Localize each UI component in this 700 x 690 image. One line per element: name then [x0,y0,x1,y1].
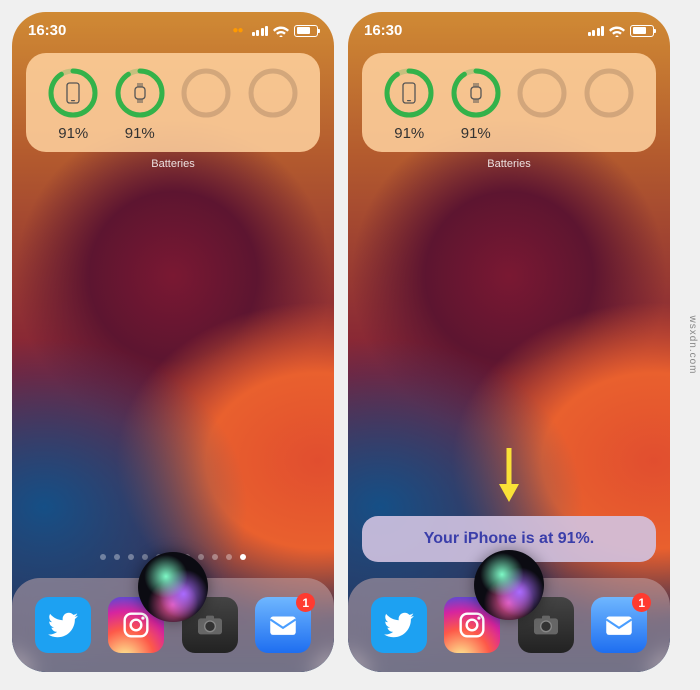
battery-cell-empty-1 [175,67,238,142]
siri-orb[interactable] [474,550,544,620]
mail-badge: 1 [296,593,315,612]
mail-badge: 1 [632,593,651,612]
battery-ring-iphone [383,67,435,119]
siri-response-text: Your iPhone is at 91%. [424,530,594,547]
battery-ring-watch [114,67,166,119]
battery-ring-watch [450,67,502,119]
annotation-arrow-icon [495,444,523,504]
battery-cell-empty-2 [578,67,641,142]
widget-label: Batteries [348,158,670,170]
battery-ring-iphone [47,67,99,119]
cell-signal-icon [588,26,605,36]
status-time: 16:30 [28,22,66,39]
battery-cell-iphone: 91% [42,67,105,142]
battery-percent-watch: 91% [461,125,491,142]
phone-right: 16:30 91% [348,12,670,672]
battery-ring-empty [516,67,568,119]
wifi-icon [273,25,289,37]
status-bar: 16:30 [348,12,670,43]
battery-percent-iphone: 91% [58,125,88,142]
app-mail[interactable]: 1 [255,597,311,653]
battery-icon [294,25,318,37]
siri-orb[interactable] [138,552,208,622]
battery-cell-empty-1 [511,67,574,142]
app-twitter[interactable] [371,597,427,653]
watermark: wsxdn.com [687,315,698,374]
battery-ring-empty [247,67,299,119]
cell-signal-icon [252,26,269,36]
status-bar: 16:30 ●● [12,12,334,43]
wifi-icon [609,25,625,37]
app-twitter[interactable] [35,597,91,653]
iphone-icon [47,67,99,119]
rec-indicator-icon: ●● [232,25,242,36]
battery-cell-watch: 91% [109,67,172,142]
phone-left: 16:30 ●● 91% [12,12,334,672]
watch-icon [450,67,502,119]
iphone-icon [383,67,435,119]
status-time: 16:30 [364,22,402,39]
battery-percent-iphone: 91% [394,125,424,142]
battery-cell-iphone: 91% [378,67,441,142]
battery-ring-empty [180,67,232,119]
widget-label: Batteries [12,158,334,170]
batteries-widget[interactable]: 91% 91% [26,53,320,152]
battery-icon [630,25,654,37]
battery-cell-watch: 91% [445,67,508,142]
app-mail[interactable]: 1 [591,597,647,653]
battery-ring-empty [583,67,635,119]
battery-percent-watch: 91% [125,125,155,142]
watch-icon [114,67,166,119]
status-right [588,25,655,37]
batteries-widget[interactable]: 91% 91% [362,53,656,152]
status-right: ●● [232,25,318,37]
battery-cell-empty-2 [242,67,305,142]
